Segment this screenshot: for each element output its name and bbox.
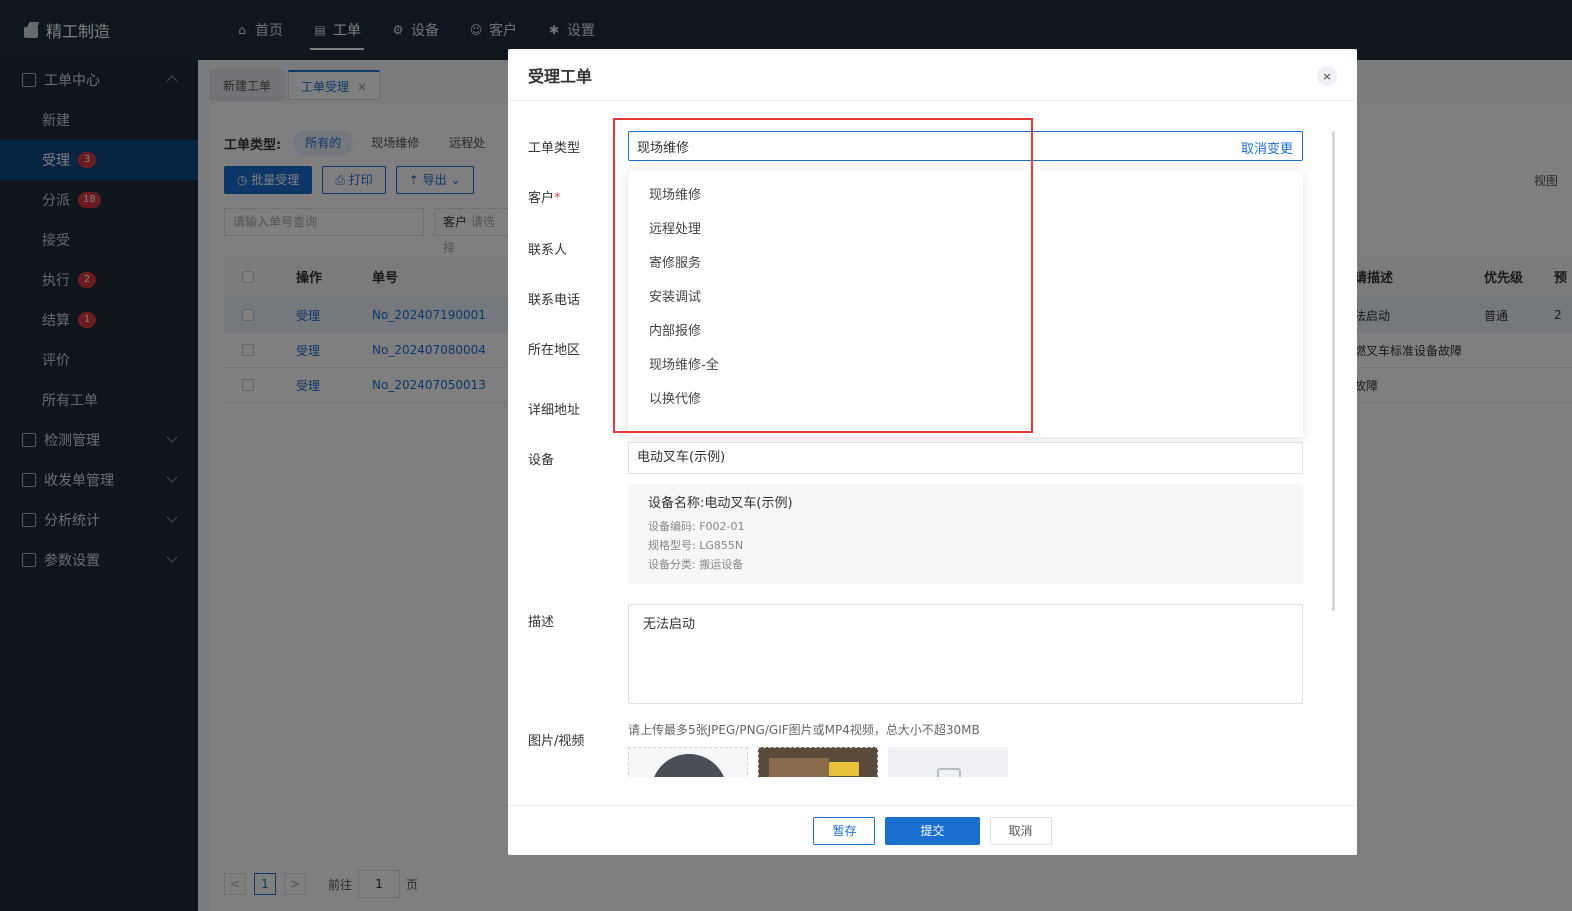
contact-label: 联系人 xyxy=(528,243,568,258)
upload-hint: 请上传最多5张JPEG/PNG/GIF图片或MP4视频，总大小不超30MB xyxy=(628,723,980,737)
device-label: 设备 xyxy=(528,453,555,468)
media-label: 图片/视频 xyxy=(528,734,585,749)
device-info-card: 设备名称:电动叉车(示例) 设备编码: F002-01 规格型号: LG855N… xyxy=(628,484,1303,584)
media-thumbnails xyxy=(628,747,1018,777)
camera-icon xyxy=(937,768,961,777)
workorder-type-select[interactable]: 现场维修 取消变更 xyxy=(628,131,1303,161)
required-mark: * xyxy=(554,191,561,206)
customer-label-text: 客户 xyxy=(528,191,555,206)
customer-label: 客户* xyxy=(528,187,561,206)
device-select[interactable]: 电动叉车(示例) xyxy=(628,442,1303,474)
dialog-footer: 暂存 提交 取消 xyxy=(508,805,1357,855)
dropdown-option[interactable]: 安装调试 xyxy=(628,281,1303,315)
upload-button[interactable] xyxy=(888,747,1008,777)
dialog-scrollbar[interactable] xyxy=(1332,131,1335,611)
dialog-title: 受理工单 xyxy=(528,66,593,86)
address-label: 详细地址 xyxy=(528,403,581,418)
dropdown-option[interactable]: 远程处理 xyxy=(628,213,1303,247)
save-draft-button[interactable]: 暂存 xyxy=(813,816,876,845)
dialog-header: 受理工单 × xyxy=(508,49,1357,101)
phone-label: 联系电话 xyxy=(528,293,581,308)
cancel-button[interactable]: 取消 xyxy=(989,816,1052,845)
video-thumbnail[interactable] xyxy=(628,747,748,777)
device-category: 设备分类: 搬运设备 xyxy=(648,558,744,571)
dropdown-option[interactable]: 以换代修 xyxy=(628,383,1303,417)
play-icon xyxy=(651,754,727,777)
type-select-value: 现场维修 xyxy=(637,140,690,156)
cancel-change-link[interactable]: 取消变更 xyxy=(1241,138,1293,157)
region-label: 所在地区 xyxy=(528,343,581,358)
device-model: 规格型号: LG855N xyxy=(648,539,744,552)
device-code: 设备编码: F002-01 xyxy=(648,520,745,533)
dropdown-option[interactable]: 现场维修-全 xyxy=(628,349,1303,383)
dropdown-option[interactable]: 寄修服务 xyxy=(628,247,1303,281)
type-dropdown: 现场维修 远程处理 寄修服务 安装调试 内部报修 现场维修-全 以换代修 xyxy=(628,171,1303,437)
description-textarea[interactable]: 无法启动 xyxy=(628,604,1303,704)
dropdown-option[interactable]: 现场维修 xyxy=(628,179,1303,213)
description-label: 描述 xyxy=(528,615,555,630)
type-label: 工单类型 xyxy=(528,141,581,156)
submit-button[interactable]: 提交 xyxy=(885,816,980,845)
dialog-body: 工单类型 客户* 联系人 联系电话 所在地区 详细地址 设备 描述 图片/视频 … xyxy=(508,101,1357,777)
device-name: 设备名称:电动叉车(示例) xyxy=(648,496,793,511)
close-icon[interactable]: × xyxy=(1317,66,1337,86)
image-thumbnail[interactable] xyxy=(758,747,878,777)
accept-workorder-dialog: 受理工单 × 工单类型 客户* 联系人 联系电话 所在地区 详细地址 设备 描述… xyxy=(508,49,1357,855)
dropdown-option[interactable]: 内部报修 xyxy=(628,315,1303,349)
